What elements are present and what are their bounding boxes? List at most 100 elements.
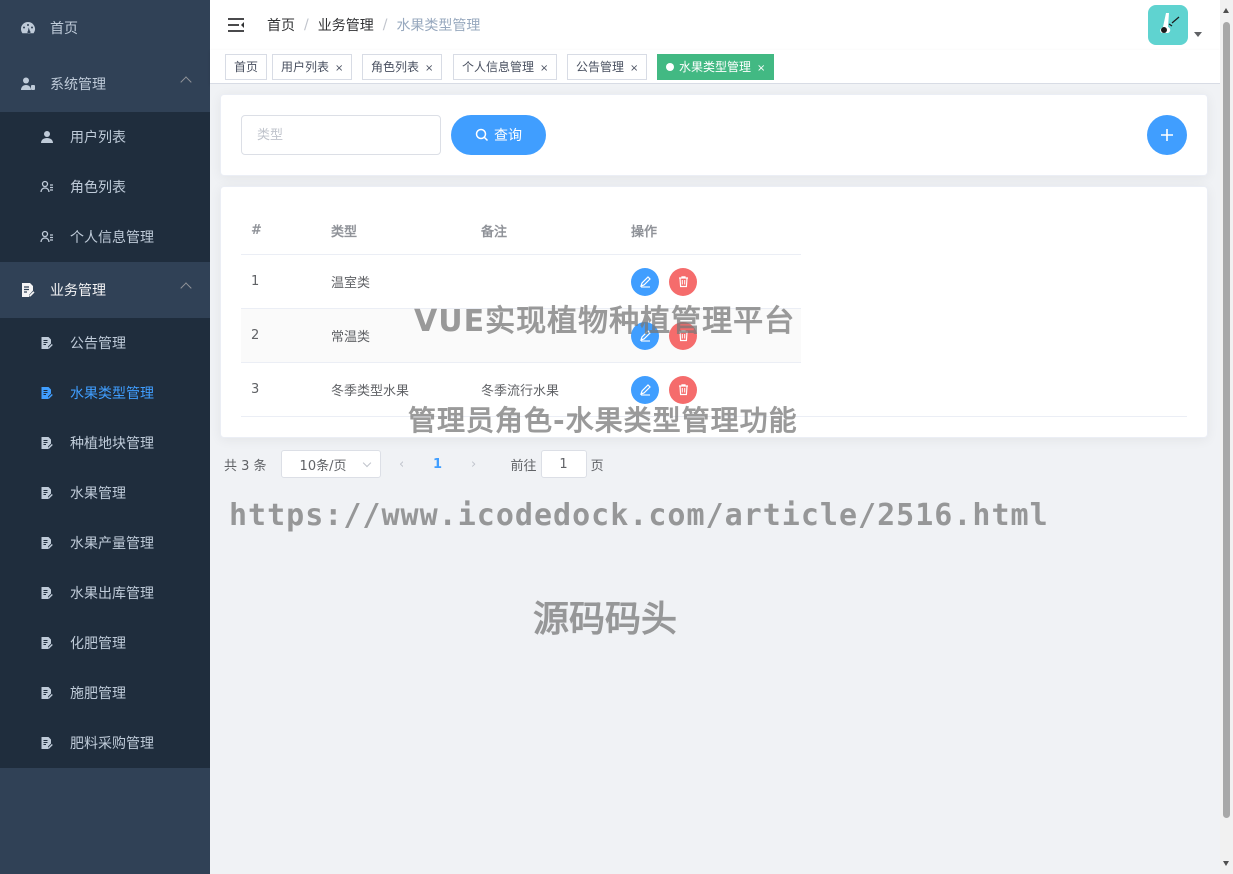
submenu-business[interactable]: 业务管理 bbox=[0, 262, 210, 318]
sidebar-item-role-list[interactable]: 角色列表 bbox=[0, 162, 210, 212]
goto-page-input[interactable] bbox=[540, 450, 587, 478]
sidebar-item-business-8[interactable]: 肥料采购管理 bbox=[0, 718, 210, 768]
page-number[interactable]: 1 bbox=[423, 457, 453, 472]
edit-icon bbox=[639, 383, 652, 396]
main-content: 查询 # 类型 备注 操作 1温室类2常温类3冬季类型水果冬季流行水果 共 3 … bbox=[210, 84, 1220, 874]
sidebar-item-business-1[interactable]: 水果类型管理 bbox=[0, 368, 210, 418]
cell-note: 冬季流行水果 bbox=[481, 384, 560, 399]
sidebar-item-label: 公告管理 bbox=[70, 336, 126, 352]
sidebar-item-business-2[interactable]: 种植地块管理 bbox=[0, 418, 210, 468]
document-edit-icon bbox=[40, 336, 54, 350]
goto-suffix: 页 bbox=[590, 458, 604, 474]
sidebar-item-business-7[interactable]: 施肥管理 bbox=[0, 668, 210, 718]
close-icon[interactable]: × bbox=[540, 63, 548, 74]
sidebar-item-label: 水果产量管理 bbox=[70, 536, 154, 552]
active-dot-icon bbox=[666, 63, 674, 71]
submenu-business-list: 公告管理水果类型管理 种植地块管理 水果管理水果产量管理水果出库管理化肥管理施肥管理… bbox=[0, 318, 210, 768]
document-edit-icon bbox=[40, 686, 54, 700]
edit-icon bbox=[639, 275, 652, 288]
edit-button[interactable] bbox=[631, 267, 659, 296]
document-edit-icon bbox=[40, 736, 54, 750]
close-icon[interactable]: × bbox=[425, 63, 433, 74]
close-icon[interactable]: × bbox=[630, 63, 638, 74]
user-icon bbox=[40, 130, 54, 144]
page-scrollbar[interactable] bbox=[1220, 0, 1233, 874]
sidebar-item-home[interactable]: 首页 bbox=[0, 0, 210, 56]
column-header-actions: 操作 bbox=[631, 225, 658, 240]
breadcrumb-current: 水果类型管理 bbox=[396, 18, 481, 34]
sidebar-item-user-list[interactable]: 用户列表 bbox=[0, 112, 210, 162]
breadcrumb-business[interactable]: 业务管理 bbox=[318, 15, 374, 35]
sidebar-item-label: 水果管理 bbox=[70, 486, 126, 502]
breadcrumb-separator: / bbox=[304, 17, 309, 33]
document-edit-icon bbox=[40, 636, 54, 650]
breadcrumb-home[interactable]: 首页 bbox=[267, 15, 295, 35]
document-edit-icon bbox=[40, 586, 54, 600]
goto-prefix: 前往 bbox=[510, 458, 537, 474]
tag-label: 用户列表 bbox=[281, 60, 330, 74]
pagination-total: 共 3 条 bbox=[224, 458, 267, 474]
document-edit-icon bbox=[40, 536, 54, 550]
column-header-note: 备注 bbox=[481, 225, 508, 240]
page-size-select[interactable]: 10条/页 bbox=[280, 450, 381, 478]
scrollbar-thumb[interactable] bbox=[1223, 22, 1230, 818]
sidebar-item-label: 施肥管理 bbox=[70, 686, 126, 702]
cell-actions bbox=[621, 267, 801, 296]
delete-button[interactable] bbox=[669, 267, 697, 296]
caret-down-icon[interactable] bbox=[1194, 32, 1202, 37]
submenu-system[interactable]: 系统管理 bbox=[0, 56, 210, 112]
trash-icon bbox=[677, 275, 690, 288]
sidebar-item-business-5[interactable]: 水果出库管理 bbox=[0, 568, 210, 618]
trash-icon bbox=[677, 383, 690, 396]
tag-fruit-type[interactable]: 水果类型管理 × bbox=[657, 54, 775, 80]
sidebar-item-label: 肥料采购管理 bbox=[70, 736, 154, 752]
tag-home[interactable]: 首页 bbox=[225, 54, 268, 80]
sidebar-item-label: 首页 bbox=[50, 21, 78, 37]
sidebar-item-label: 角色列表 bbox=[70, 180, 126, 196]
sidebar-item-business-6[interactable]: 化肥管理 bbox=[0, 618, 210, 668]
chevron-up-icon bbox=[180, 282, 192, 294]
tag-notice[interactable]: 公告管理 × bbox=[567, 54, 648, 80]
column-header-type: 类型 bbox=[331, 225, 358, 240]
sidebar-item-business-4[interactable]: 水果产量管理 bbox=[0, 518, 210, 568]
sidebar-item-label: 个人信息管理 bbox=[70, 230, 154, 246]
tag-label: 个人信息管理 bbox=[462, 60, 535, 74]
query-button[interactable]: 查询 bbox=[451, 115, 546, 155]
scroll-down-arrow-icon[interactable] bbox=[1223, 861, 1229, 866]
search-icon bbox=[475, 128, 489, 142]
type-search-input[interactable] bbox=[241, 115, 441, 155]
user-admin-icon bbox=[20, 76, 36, 92]
close-icon[interactable]: × bbox=[757, 63, 765, 74]
submenu-label: 系统管理 bbox=[50, 77, 106, 93]
sidebar-item-business-0[interactable]: 公告管理 bbox=[0, 318, 210, 368]
avatar[interactable] bbox=[1148, 5, 1188, 45]
sidebar-item-label: 化肥管理 bbox=[70, 636, 126, 652]
cell-index: 3 bbox=[251, 382, 260, 397]
watermark-subtitle: 管理员角色-水果类型管理功能 bbox=[408, 404, 798, 437]
tag-label: 水果类型管理 bbox=[679, 60, 752, 74]
prev-page-button[interactable]: ‹ bbox=[387, 457, 417, 472]
page-size-value: 10条/页 bbox=[299, 458, 347, 474]
tag-user-list[interactable]: 用户列表 × bbox=[272, 54, 353, 80]
watermark-title: VUE实现植物种植管理平台 bbox=[414, 304, 796, 339]
tag-label: 公告管理 bbox=[576, 60, 625, 74]
close-icon[interactable]: × bbox=[335, 63, 343, 74]
submenu-system-list: 用户列表 角色列表 个人信息管理 bbox=[0, 112, 210, 262]
role-icon bbox=[40, 180, 54, 194]
sidebar: 首页 系统管理 用户列表 角色列表 个人信息管理 业务管理 公告管理水果类型管理… bbox=[0, 0, 210, 874]
sidebar-item-business-3[interactable]: 水果管理 bbox=[0, 468, 210, 518]
sidebar-item-profile[interactable]: 个人信息管理 bbox=[0, 212, 210, 262]
add-button[interactable] bbox=[1147, 115, 1187, 155]
column-header-index: # bbox=[251, 223, 262, 238]
scroll-up-arrow-icon[interactable] bbox=[1223, 8, 1229, 13]
tag-role-list[interactable]: 角色列表 × bbox=[362, 54, 443, 80]
role-icon bbox=[40, 230, 54, 244]
sidebar-item-label: 水果类型管理 bbox=[70, 386, 154, 402]
tag-profile[interactable]: 个人信息管理 × bbox=[453, 54, 558, 80]
sidebar-item-label: 种植地块管理 bbox=[70, 436, 154, 452]
hamburger-icon[interactable] bbox=[227, 16, 245, 34]
next-page-button[interactable]: › bbox=[459, 457, 489, 472]
query-button-label: 查询 bbox=[494, 128, 522, 144]
submenu-label: 业务管理 bbox=[50, 283, 106, 299]
plus-icon bbox=[1161, 129, 1173, 141]
